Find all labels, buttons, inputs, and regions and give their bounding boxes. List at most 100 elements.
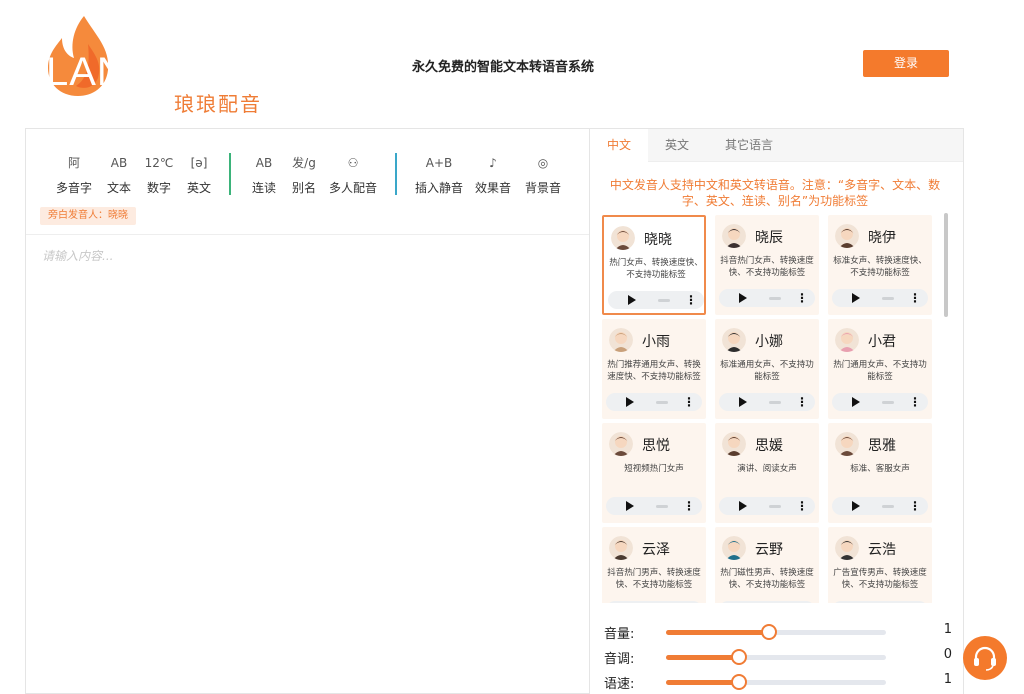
- voice-card[interactable]: 晓伊 标准女声、转换速度快、不支持功能标签 ⋮: [828, 215, 932, 315]
- voice-card[interactable]: 晓晓 热门女声、转换速度快、不支持功能标签 ⋮: [602, 215, 706, 315]
- tool-label: 插入静音: [414, 181, 463, 195]
- voice-card[interactable]: 小娜 标准通用女声、不支持功能标签 ⋮: [715, 319, 819, 419]
- female-avatar-icon: [722, 432, 746, 456]
- voice-card[interactable]: 思媛 演讲、阅读女声 ⋮: [715, 423, 819, 523]
- more-options-icon[interactable]: ⋮: [796, 499, 808, 513]
- female-avatar-icon: [835, 432, 859, 456]
- voice-preview-player[interactable]: ⋮: [606, 393, 702, 411]
- volume-slider-handle[interactable]: [761, 624, 778, 640]
- progress-bar[interactable]: [658, 299, 670, 302]
- play-icon[interactable]: [626, 501, 634, 511]
- more-options-icon[interactable]: ⋮: [685, 293, 697, 307]
- tool-label: 数字: [146, 181, 171, 195]
- play-icon[interactable]: [626, 397, 634, 407]
- pitch-slider-handle[interactable]: [730, 649, 747, 665]
- editor-toolbar: 阿多音字 AB 文本 12℃ 数字 [ə] 英文 AB 连读 发/g 别名 ⚇ 多人配音 A+B 插入静音 ♪…: [26, 129, 590, 235]
- voice-card[interactable]: 晓辰 抖音热门女声、转换速度快、不支持功能标签 ⋮: [715, 215, 819, 315]
- voice-card[interactable]: 云浩广告宣传男声、转换速度快、不支持功能标签 ⋮: [828, 527, 932, 603]
- voice-preview-player[interactable]: ⋮: [606, 601, 702, 603]
- voice-name: 小雨: [642, 334, 670, 350]
- voice-preview-player[interactable]: ⋮: [608, 291, 704, 309]
- female-avatar-icon: [835, 224, 859, 248]
- voice-card[interactable]: 云泽抖音热门男声、转换速度快、不支持功能标签 ⋮: [602, 527, 706, 603]
- progress-bar[interactable]: [769, 401, 781, 404]
- voice-card[interactable]: 思雅 标准、客服女声 ⋮: [828, 423, 932, 523]
- voice-card[interactable]: 思悦短视频热门女声 ⋮: [602, 423, 706, 523]
- play-icon[interactable]: [739, 397, 747, 407]
- progress-bar[interactable]: [882, 505, 894, 508]
- voice-preview-player[interactable]: ⋮: [719, 289, 815, 307]
- progress-bar[interactable]: [769, 297, 781, 300]
- more-options-icon[interactable]: ⋮: [683, 499, 695, 513]
- tool-english[interactable]: [ə] 英文: [184, 153, 214, 196]
- login-button[interactable]: 登录: [863, 50, 949, 77]
- voice-preview-player[interactable]: ⋮: [719, 601, 815, 603]
- play-icon[interactable]: [852, 501, 860, 511]
- tool-multi-speaker[interactable]: ⚇ 多人配音: [328, 153, 378, 196]
- tab-2[interactable]: 其它语言: [706, 129, 792, 162]
- tool-alias[interactable]: 发/g 别名: [289, 153, 319, 196]
- narrator-tag[interactable]: 旁白发音人：晓晓: [40, 207, 136, 225]
- voice-description: 标准、客服女声: [850, 464, 910, 474]
- female-avatar-icon: [611, 226, 635, 250]
- play-icon[interactable]: [852, 293, 860, 303]
- tool-background-music[interactable]: ◎ 背景音: [523, 153, 563, 196]
- progress-bar[interactable]: [656, 401, 668, 404]
- tool-text[interactable]: AB 文本: [104, 153, 134, 196]
- speed-slider[interactable]: [666, 674, 886, 690]
- pitch-slider[interactable]: [666, 649, 886, 665]
- insert-silence-icon: A+B: [425, 156, 453, 170]
- tool-liaison[interactable]: AB 连读: [249, 153, 279, 196]
- more-options-icon[interactable]: ⋮: [909, 291, 921, 305]
- more-options-icon[interactable]: ⋮: [909, 395, 921, 409]
- voice-preview-player[interactable]: ⋮: [832, 393, 928, 411]
- voice-preview-player[interactable]: ⋮: [606, 497, 702, 515]
- voice-list-scrollbar[interactable]: [944, 213, 948, 317]
- text-input[interactable]: 请输入内容...: [26, 235, 590, 276]
- speed-slider-handle[interactable]: [730, 674, 747, 690]
- tool-number[interactable]: 12℃ 数字: [144, 153, 174, 196]
- tool-insert-silence[interactable]: A+B 插入静音: [414, 153, 464, 196]
- voice-description: 标准通用女声、不支持功能标签: [720, 360, 814, 382]
- langlang-logo[interactable]: LANGLANG 琅琅配音: [44, 14, 294, 116]
- voice-card[interactable]: 云野热门磁性男声、转换速度快、不支持功能标签 ⋮: [715, 527, 819, 603]
- progress-bar[interactable]: [882, 297, 894, 300]
- tab-0[interactable]: 中文: [590, 129, 648, 162]
- headset-icon: [974, 646, 996, 671]
- play-icon[interactable]: [739, 501, 747, 511]
- tab-1[interactable]: 英文: [648, 129, 706, 162]
- play-icon[interactable]: [739, 293, 747, 303]
- more-options-icon[interactable]: ⋮: [796, 395, 808, 409]
- customer-service-button[interactable]: [963, 636, 1007, 680]
- voice-card[interactable]: 小君 热门通用女声、不支持功能标签 ⋮: [828, 319, 932, 419]
- speed-slider-row: 语速: 1: [604, 671, 954, 692]
- voice-card[interactable]: 小雨 热门推荐通用女声、转换速度快、不支持功能标签 ⋮: [602, 319, 706, 419]
- voice-preview-player[interactable]: ⋮: [832, 289, 928, 307]
- voice-name: 晓伊: [868, 230, 896, 246]
- more-options-icon[interactable]: ⋮: [909, 499, 921, 513]
- play-icon[interactable]: [852, 397, 860, 407]
- text-icon: AB: [110, 156, 128, 170]
- speed-slider-fill: [666, 680, 739, 685]
- voice-description: 短视频热门女声: [624, 464, 684, 474]
- more-options-icon[interactable]: ⋮: [683, 395, 695, 409]
- voice-preview-player[interactable]: ⋮: [832, 497, 928, 515]
- play-icon[interactable]: [628, 295, 636, 305]
- tool-polyphone[interactable]: 阿多音字: [54, 153, 94, 196]
- toolbar-divider: [229, 153, 231, 195]
- voice-preview-player[interactable]: ⋮: [832, 601, 928, 603]
- tool-label: 英文: [186, 181, 211, 195]
- voice-description: 抖音热门男声、转换速度快、不支持功能标签: [607, 568, 701, 590]
- tool-sound-effect[interactable]: ♪ 效果音: [473, 153, 513, 196]
- voice-preview-player[interactable]: ⋮: [719, 497, 815, 515]
- more-options-icon[interactable]: ⋮: [796, 291, 808, 305]
- tool-label: 多人配音: [328, 181, 377, 195]
- volume-slider[interactable]: [666, 624, 886, 640]
- voice-preview-player[interactable]: ⋮: [719, 393, 815, 411]
- voice-name: 思悦: [642, 438, 670, 454]
- progress-bar[interactable]: [769, 505, 781, 508]
- progress-bar[interactable]: [882, 401, 894, 404]
- speed-label: 语速:: [604, 677, 635, 692]
- volume-slider-fill: [666, 630, 770, 635]
- progress-bar[interactable]: [656, 505, 668, 508]
